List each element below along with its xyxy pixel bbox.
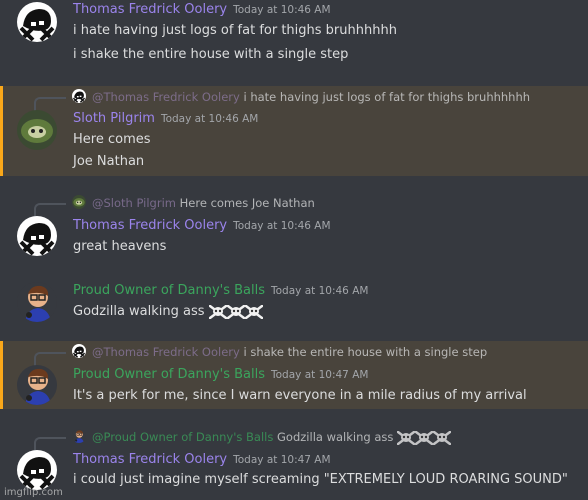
timestamp: Today at 10:46 AM <box>233 220 331 232</box>
message-text: great heavens <box>73 239 167 254</box>
timestamp: Today at 10:47 AM <box>233 454 331 466</box>
skull-and-crossbones-icon <box>433 431 451 445</box>
message-text: It's a perk for me, since I warn everyon… <box>73 388 527 403</box>
avatar[interactable] <box>17 110 57 150</box>
author-name[interactable]: Thomas Fredrick Oolery <box>73 452 227 467</box>
reply-line: @Thomas Fredrick Oolery i shake the enti… <box>92 345 487 359</box>
message-text: i could just imagine myself screaming "E… <box>73 472 568 487</box>
timestamp: Today at 10:47 AM <box>271 369 369 381</box>
message-header: Thomas Fredrick Oolery Today at 10:46 AM <box>73 218 331 233</box>
timestamp: Today at 10:46 AM <box>271 285 369 297</box>
reply-spine <box>34 352 66 366</box>
reply-author[interactable]: @Thomas Fredrick Oolery <box>92 345 240 359</box>
reply-line: @Thomas Fredrick Oolery i hate having ju… <box>92 90 530 104</box>
author-name[interactable]: Proud Owner of Danny's Balls <box>73 283 265 298</box>
message: @Proud Owner of Danny's Balls Godzilla w… <box>0 424 588 500</box>
skull-and-crossbones-icon <box>397 431 415 445</box>
avatar[interactable] <box>17 216 57 256</box>
skull-and-crossbones-icon <box>415 431 433 445</box>
message-header: Proud Owner of Danny's Balls Today at 10:… <box>73 283 368 298</box>
timestamp: Today at 10:46 AM <box>233 4 331 16</box>
message-text: Godzilla walking ass <box>73 304 263 319</box>
author-name[interactable]: Proud Owner of Danny's Balls <box>73 367 265 382</box>
message-header: Thomas Fredrick Oolery Today at 10:46 AM <box>73 2 331 17</box>
message: @Thomas Fredrick Oolery i hate having ju… <box>0 86 588 176</box>
message: @Thomas Fredrick Oolery i shake the enti… <box>0 341 588 409</box>
skull-and-crossbones-icon <box>245 305 263 319</box>
message-header: Thomas Fredrick Oolery Today at 10:47 AM <box>73 452 331 467</box>
author-name[interactable]: Thomas Fredrick Oolery <box>73 218 227 233</box>
skull-and-crossbones-icon <box>227 305 245 319</box>
reply-spine <box>34 97 66 111</box>
message-text: i shake the entire house with a single s… <box>73 47 349 62</box>
reply-text: Godzilla walking ass <box>277 430 394 444</box>
reply-spine <box>34 437 66 451</box>
message-text: Joe Nathan <box>73 154 145 169</box>
author-name[interactable]: Thomas Fredrick Oolery <box>73 2 227 17</box>
message: @Sloth Pilgrim Here comes Joe Nathan Tho… <box>0 192 588 266</box>
author-name[interactable]: Sloth Pilgrim <box>73 111 155 126</box>
avatar[interactable] <box>17 282 57 322</box>
message-header: Sloth Pilgrim Today at 10:46 AM <box>73 111 258 126</box>
skull-and-crossbones-icon <box>209 305 227 319</box>
reply-avatar <box>72 89 86 103</box>
timestamp: Today at 10:46 AM <box>160 113 259 125</box>
message-header: Proud Owner of Danny's Balls Today at 10:… <box>73 367 368 382</box>
message-text: Here comes <box>73 132 151 147</box>
avatar[interactable] <box>17 2 57 42</box>
message: Proud Owner of Danny's Balls Today at 10:… <box>0 276 588 326</box>
reply-avatar <box>72 344 86 358</box>
message-text: i hate having just logs of fat for thigh… <box>73 23 397 38</box>
reply-spine <box>34 203 66 217</box>
reply-author[interactable]: @Sloth Pilgrim <box>92 196 176 210</box>
reply-avatar <box>72 195 86 209</box>
watermark: imgflip.com <box>4 487 63 498</box>
reply-author[interactable]: @Proud Owner of Danny's Balls <box>92 430 273 444</box>
reply-line: @Sloth Pilgrim Here comes Joe Nathan <box>92 196 315 210</box>
reply-author[interactable]: @Thomas Fredrick Oolery <box>92 90 240 104</box>
message-text-content: Godzilla walking ass <box>73 304 205 319</box>
reply-line: @Proud Owner of Danny's Balls Godzilla w… <box>92 430 451 445</box>
message: Thomas Fredrick Oolery Today at 10:46 AM … <box>0 0 588 78</box>
reply-avatar <box>72 429 86 443</box>
reply-text: i hate having just logs of fat for thigh… <box>243 90 531 104</box>
avatar[interactable] <box>17 450 57 490</box>
reply-text: i shake the entire house with a single s… <box>243 345 488 359</box>
avatar[interactable] <box>17 365 57 405</box>
reply-text: Here comes Joe Nathan <box>179 196 315 210</box>
